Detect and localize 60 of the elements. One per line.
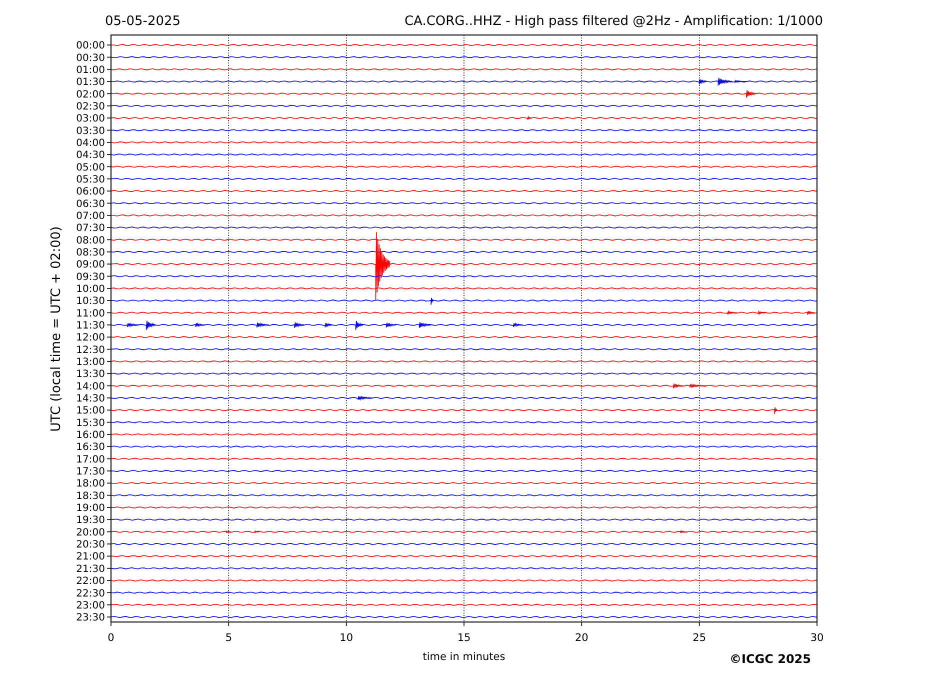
date-title: 05-05-2025 xyxy=(105,14,181,29)
y-tick-label: 03:30 xyxy=(76,126,105,137)
y-tick-label: 05:30 xyxy=(76,174,105,186)
y-tick-label: 16:30 xyxy=(76,442,105,454)
y-tick-label: 07:30 xyxy=(76,223,105,234)
y-tick-label: 01:00 xyxy=(76,64,105,76)
y-tick-label: 17:30 xyxy=(76,466,105,478)
y-tick-label: 23:00 xyxy=(76,600,105,612)
y-tick-label: 08:00 xyxy=(76,235,105,246)
y-tick-label: 10:30 xyxy=(76,296,105,308)
y-tick-label: 18:30 xyxy=(76,490,105,502)
y-tick-label: 06:30 xyxy=(76,198,105,210)
y-tick-label: 22:00 xyxy=(76,576,105,588)
y-tick-label: 19:30 xyxy=(76,515,105,526)
x-tick-label: 30 xyxy=(810,632,824,644)
y-tick-label: 14:00 xyxy=(76,381,105,392)
y-tick-label: 21:30 xyxy=(76,564,105,575)
y-tick-label: 23:30 xyxy=(76,612,105,624)
x-axis-label: time in minutes xyxy=(422,651,506,663)
y-tick-label: 20:00 xyxy=(76,527,105,538)
y-tick-label: 16:00 xyxy=(76,430,105,442)
y-tick-label: 06:00 xyxy=(76,186,105,198)
y-tick-label: 13:30 xyxy=(76,369,105,380)
y-tick-label: 09:00 xyxy=(76,260,105,271)
x-tick-label: 20 xyxy=(574,632,588,644)
y-tick-label: 02:30 xyxy=(76,101,105,112)
y-tick-label: 07:00 xyxy=(76,210,105,222)
x-tick-label: 15 xyxy=(457,632,471,644)
y-tick-label: 00:00 xyxy=(76,40,105,52)
y-tick-label: 09:30 xyxy=(76,272,105,283)
y-tick-label: 17:00 xyxy=(76,454,105,466)
y-tick-label: 13:00 xyxy=(76,357,105,368)
x-tick-label: 0 xyxy=(108,632,114,644)
y-tick-label: 20:30 xyxy=(76,540,105,551)
y-tick-label: 15:00 xyxy=(76,406,105,417)
y-tick-label: 03:00 xyxy=(76,114,105,125)
y-tick-label: 19:00 xyxy=(76,503,105,514)
y-tick-label: 11:30 xyxy=(76,320,105,332)
y-tick-label: 00:30 xyxy=(76,52,105,64)
x-tick-label: 25 xyxy=(692,632,706,644)
y-tick-label: 12:30 xyxy=(76,344,105,356)
y-tick-label: 04:30 xyxy=(76,150,105,162)
y-tick-label: 10:00 xyxy=(76,284,105,295)
y-tick-label: 08:30 xyxy=(76,248,105,258)
y-axis-label: UTC (local time = UTC + 02:00) xyxy=(49,226,64,432)
y-tick-label: 02:00 xyxy=(76,89,105,100)
y-tick-label: 11:00 xyxy=(76,308,105,320)
x-tick-label: 5 xyxy=(225,632,232,644)
y-tick-label: 18:00 xyxy=(76,478,105,490)
y-tick-label: 04:00 xyxy=(76,138,105,149)
y-tick-label: 01:30 xyxy=(76,77,105,88)
y-tick-label: 22:30 xyxy=(76,588,105,600)
y-tick-label: 12:00 xyxy=(76,332,105,344)
chart-title: CA.CORG..HHZ - High pass filtered @2Hz - Amplification: 1/1000 xyxy=(404,14,823,29)
y-tick-label: 15:30 xyxy=(76,418,105,429)
y-tick-label: 14:30 xyxy=(76,394,105,405)
y-tick-label: 21:00 xyxy=(76,552,105,563)
copyright-text: ©ICGC 2025 xyxy=(729,652,811,666)
y-tick-label: 05:00 xyxy=(76,162,105,174)
x-tick-label: 10 xyxy=(340,632,354,644)
